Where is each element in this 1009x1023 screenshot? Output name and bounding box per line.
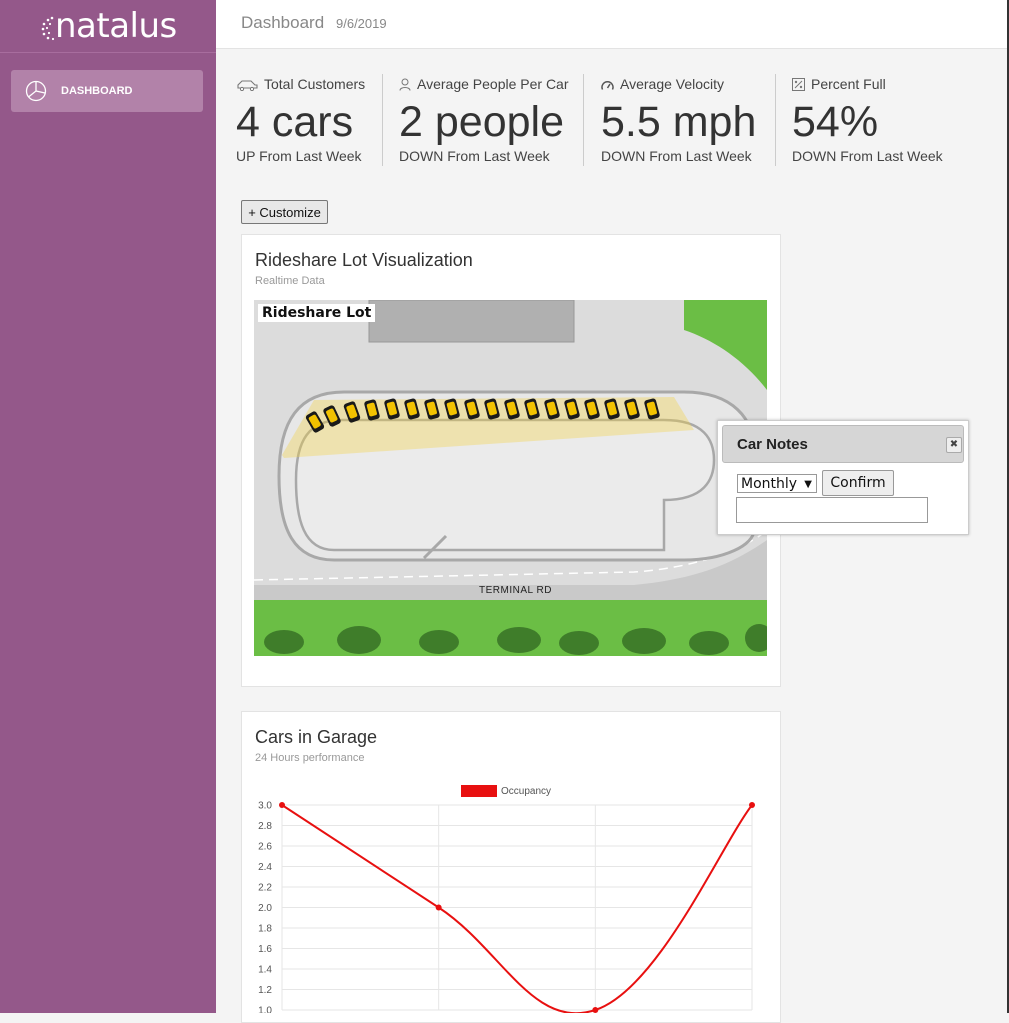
logo: natalus [55,6,177,46]
confirm-button[interactable]: Confirm [822,470,894,496]
y-tick-label: 3.0 [258,801,272,812]
sidebar: natalus DASHBOARD [0,0,216,1013]
y-tick-label: 1.2 [258,985,272,996]
card-title: Cars in Garage [255,727,378,747]
legend-swatch [461,785,497,797]
stat-label: Average Velocity [620,76,725,92]
stat-value: 2 people [399,98,564,146]
occupancy-chart: 3.0 2.8 2.6 2.4 2.2 2.0 1.8 1.6 1.4 1.2 1.0 Occupan… [258,785,755,1014]
card-subtitle: Realtime Data [255,275,325,287]
page-title: Dashboard [241,13,325,32]
logo-mark-icon [41,16,55,41]
stat-divider [583,74,584,166]
car-notes-dialog: Car Notes ✖ Monthly ▼ Confirm [717,420,969,535]
pie-chart-icon [25,80,47,102]
stat-value: 54% [792,98,879,146]
stat-divider [382,74,383,166]
rideshare-lot-map[interactable] [254,300,767,656]
stat-total-customers: Total Customers 4 cars UP From Last Week [236,74,376,166]
stat-label: Total Customers [264,76,366,92]
stat-value: 4 cars [236,98,354,146]
stat-divider [775,74,776,166]
chevron-down-icon: ▼ [804,479,812,490]
y-tick-label: 2.2 [258,883,272,894]
road-label: TERMINAL RD [479,585,552,596]
stat-trend: UP From Last Week [236,148,362,164]
data-point [279,802,285,808]
series-line-occupancy [281,804,753,1013]
stat-value: 5.5 mph [601,98,757,146]
notes-input[interactable] [736,497,928,523]
y-tick-label: 2.4 [258,862,272,873]
person-icon [399,78,411,91]
y-tick-label: 1.4 [258,965,272,976]
sidebar-item-dashboard[interactable]: DASHBOARD [11,70,203,112]
map-label: Rideshare Lot [258,304,376,322]
y-tick-label: 2.6 [258,842,272,853]
period-select[interactable]: Monthly ▼ [737,474,817,493]
sidebar-divider [0,52,216,53]
dialog-header[interactable]: Car Notes ✖ [722,425,964,463]
select-value: Monthly [741,476,798,492]
data-point [435,904,442,911]
close-icon[interactable]: ✖ [946,437,962,453]
stat-label: Percent Full [811,76,886,92]
page-date: 9/6/2019 [336,16,387,31]
stat-percent-full: Percent Full 54% DOWN From Last Week [792,74,962,166]
y-tick-label: 2.8 [258,821,272,832]
data-point [749,802,755,808]
card-title: Rideshare Lot Visualization [255,250,473,270]
speedometer-icon [601,80,614,90]
y-tick-label: 2.0 [258,903,272,914]
y-tick-label: 1.6 [258,944,272,955]
car-icon [237,80,258,92]
stat-people-per-car: Average People Per Car 2 people DOWN Fro… [399,74,579,166]
stat-label: Average People Per Car [417,76,569,92]
sidebar-item-label: DASHBOARD [61,85,133,97]
y-tick-label: 1.0 [258,1006,272,1014]
stat-trend: DOWN From Last Week [792,148,943,164]
top-bar: Dashboard 9/6/2019 [216,0,1007,49]
customize-button[interactable]: + Customize [241,200,328,224]
dialog-title: Car Notes [737,436,808,453]
stat-trend: DOWN From Last Week [601,148,752,164]
data-point [592,1007,599,1013]
stat-trend: DOWN From Last Week [399,148,550,164]
card-subtitle: 24 Hours performance [255,752,365,764]
stat-average-velocity: Average Velocity 5.5 mph DOWN From Last … [601,74,771,166]
percent-icon [792,78,805,91]
y-tick-label: 1.8 [258,924,272,935]
legend-label: Occupancy [501,786,551,797]
